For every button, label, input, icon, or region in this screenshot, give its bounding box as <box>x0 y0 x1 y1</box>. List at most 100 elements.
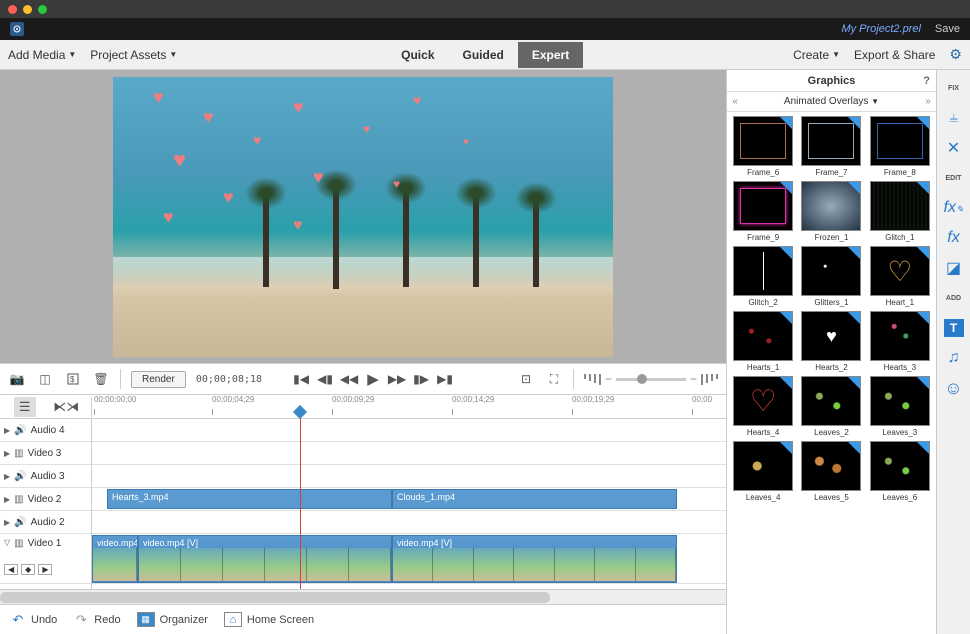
graphics-item[interactable]: Leaves_5 <box>799 441 863 502</box>
fullscreen-icon[interactable]: ⛶ <box>545 370 563 388</box>
export-share-button[interactable]: Export & Share <box>854 48 935 62</box>
redo-button[interactable]: ↷Redo <box>73 612 120 628</box>
tool-icon-1[interactable]: ◫ <box>36 370 54 388</box>
category-prev-icon[interactable]: « <box>727 96 743 107</box>
window-close-button[interactable] <box>8 5 17 14</box>
project-filename: My Project2.prel <box>841 23 920 35</box>
clip-clouds[interactable]: Clouds_1.mp4 <box>392 489 677 509</box>
graphics-item[interactable]: Hearts_2 <box>799 311 863 372</box>
add-media-menu[interactable]: Add Media▼ <box>8 48 76 62</box>
organizer-button[interactable]: ▦Organizer <box>137 612 208 627</box>
graphics-item[interactable]: Hearts_1 <box>731 311 795 372</box>
category-next-icon[interactable]: » <box>920 96 936 107</box>
clip-video1-a[interactable]: video.mp4 [ <box>92 535 138 583</box>
filmstrip-icon: ▥ <box>14 494 23 505</box>
goto-end-icon[interactable]: ▶▮ <box>436 370 454 388</box>
track-header-video3[interactable]: ▶▥Video 3 <box>0 442 91 465</box>
graphics-item-label: Glitch_2 <box>748 298 777 307</box>
playhead[interactable] <box>293 404 307 418</box>
sidebar-music-icon[interactable]: ♫ <box>939 344 969 372</box>
sidebar-fx-edit-icon[interactable]: fx✎ <box>939 194 969 222</box>
camera-icon[interactable]: 📷 <box>8 370 26 388</box>
track-header-video1[interactable]: ▽▥Video 1 ◀◆▶ <box>0 534 91 584</box>
timeline-tool-settings-icon[interactable]: ☰ <box>14 397 36 417</box>
undo-icon: ↶ <box>10 612 26 628</box>
macos-titlebar <box>0 0 970 18</box>
render-button[interactable]: Render <box>131 371 186 388</box>
window-minimize-button[interactable] <box>23 5 32 14</box>
graphics-item[interactable]: Glitch_2 <box>731 246 795 307</box>
graphics-item[interactable]: Leaves_3 <box>868 376 932 437</box>
graphics-item[interactable]: Frame_8 <box>868 116 932 177</box>
goto-start-icon[interactable]: ▮◀ <box>292 370 310 388</box>
graphics-panel: Graphics? « Animated Overlays ▼ » Frame_… <box>726 70 936 634</box>
timeline-ruler[interactable]: 00;00;00;00 00;00;04;29 00;00;09;29 00;0… <box>92 395 726 419</box>
project-title-bar: My Project2.prel Save <box>0 18 970 40</box>
graphics-item[interactable]: Frozen_1 <box>799 181 863 242</box>
track-header-video2[interactable]: ▶▥Video 2 <box>0 488 91 511</box>
timecode-display[interactable]: 00;00;08;18 <box>196 374 262 385</box>
track-header-audio3[interactable]: ▶🔊Audio 3 <box>0 465 91 488</box>
app-icon <box>10 22 24 36</box>
mode-guided[interactable]: Guided <box>449 42 518 68</box>
speaker-icon: 🔊 <box>14 425 26 436</box>
mode-quick[interactable]: Quick <box>387 42 448 68</box>
tracks-area[interactable]: Hearts_3.mp4 Clouds_1.mp4 video.mp4 [ vi… <box>92 419 726 589</box>
help-icon[interactable]: ? <box>923 75 930 87</box>
track-nudge-right[interactable]: ▶ <box>38 564 52 575</box>
mode-tabs: Quick Guided Expert <box>387 42 583 68</box>
clip-video1-b[interactable]: video.mp4 [V] <box>138 535 392 583</box>
sidebar-transitions-icon[interactable]: ◪ <box>939 254 969 282</box>
graphics-item[interactable]: Frame_7 <box>799 116 863 177</box>
sidebar-edit-label: EDIT <box>939 164 969 192</box>
step-forward-icon[interactable]: ▮▶ <box>412 370 430 388</box>
graphics-item[interactable]: Hearts_4 <box>731 376 795 437</box>
graphics-item[interactable]: Leaves_4 <box>731 441 795 502</box>
safe-margins-icon[interactable]: ⊡ <box>517 370 535 388</box>
delete-icon[interactable]: 🗑 <box>92 370 110 388</box>
track-header-audio2[interactable]: ▶🔊Audio 2 <box>0 511 91 534</box>
timeline-tool-slip-icon[interactable]: ⧔⧕ <box>55 397 77 417</box>
forward-icon[interactable]: ▶▶ <box>388 370 406 388</box>
category-dropdown[interactable]: Animated Overlays ▼ <box>743 96 920 107</box>
home-screen-button[interactable]: ⌂Home Screen <box>224 612 314 627</box>
graphics-item[interactable]: Frame_9 <box>731 181 795 242</box>
step-back-icon[interactable]: ◀▮ <box>316 370 334 388</box>
graphics-item[interactable]: Leaves_2 <box>799 376 863 437</box>
clip-video1-c[interactable]: video.mp4 [V] <box>392 535 677 583</box>
sidebar-titles-icon[interactable]: T <box>939 314 969 342</box>
redo-icon: ↷ <box>73 612 89 628</box>
sidebar-adjust-icon[interactable]: ⫨ <box>939 104 969 132</box>
play-icon[interactable]: ▶ <box>364 370 382 388</box>
project-assets-menu[interactable]: Project Assets▼ <box>90 48 177 62</box>
graphics-item[interactable]: Heart_1 <box>868 246 932 307</box>
undo-button[interactable]: ↶Undo <box>10 612 57 628</box>
graphics-item[interactable]: Glitch_1 <box>868 181 932 242</box>
timeline: ▶🔊Audio 4 ▶▥Video 3 ▶🔊Audio 3 ▶▥Video 2 … <box>0 419 726 589</box>
sidebar-add-label: ADD <box>939 284 969 312</box>
preview-monitor[interactable]: ♥♥ ♥♥ ♥♥ ♥♥ ♥♥ ♥♥ ♥ <box>113 77 613 357</box>
graphics-item[interactable]: Hearts_3 <box>868 311 932 372</box>
track-header-audio4[interactable]: ▶🔊Audio 4 <box>0 419 91 442</box>
graphics-item[interactable]: Leaves_6 <box>868 441 932 502</box>
settings-gear-icon[interactable]: ⚙ <box>949 46 962 63</box>
sidebar-fx-icon[interactable]: fx <box>939 224 969 252</box>
timeline-scrollbar[interactable] <box>0 589 726 604</box>
save-button[interactable]: Save <box>935 23 960 35</box>
marker-icon[interactable]: $ <box>64 370 82 388</box>
track-keyframe[interactable]: ◆ <box>21 564 35 575</box>
rewind-icon[interactable]: ◀◀ <box>340 370 358 388</box>
zoom-slider[interactable]: − − <box>584 372 718 386</box>
mode-expert[interactable]: Expert <box>518 42 583 68</box>
filmstrip-icon: ▥ <box>14 538 23 549</box>
graphics-item[interactable]: Glitters_1 <box>799 246 863 307</box>
sidebar-graphics-icon[interactable]: ☺ <box>939 374 969 402</box>
graphics-grid: Frame_6Frame_7Frame_8Frame_9Frozen_1Glit… <box>727 112 936 634</box>
clip-hearts[interactable]: Hearts_3.mp4 <box>107 489 392 509</box>
home-icon: ⌂ <box>224 612 242 627</box>
track-nudge-left[interactable]: ◀ <box>4 564 18 575</box>
graphics-item[interactable]: Frame_6 <box>731 116 795 177</box>
window-zoom-button[interactable] <box>38 5 47 14</box>
create-menu[interactable]: Create▼ <box>793 48 840 62</box>
sidebar-tools-icon[interactable]: ✕ <box>939 134 969 162</box>
